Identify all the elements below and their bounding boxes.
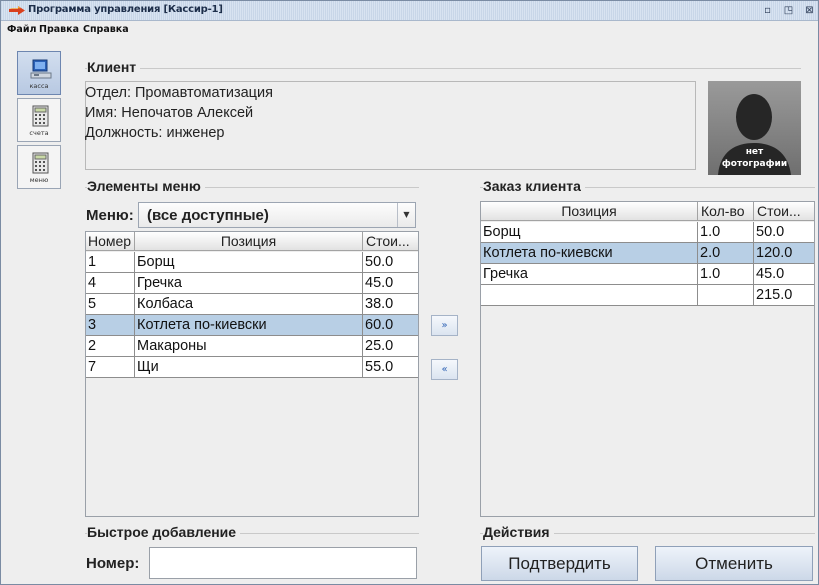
- toolbar-label-menu: меню: [29, 176, 49, 184]
- table-row[interactable]: 2 Макароны 25.0: [86, 336, 418, 357]
- toolbar-label-cash: касса: [29, 82, 49, 90]
- actions-group-title: Действия: [483, 524, 554, 540]
- client-group-title: Клиент: [87, 59, 141, 75]
- menu-items-table-header: Номер Позиция Стои...: [86, 232, 418, 251]
- toolbar-label-bills: счета: [29, 129, 49, 137]
- cell-price: 38.0: [363, 294, 418, 315]
- cell-item: Борщ: [135, 252, 363, 273]
- quick-add-number-input[interactable]: [149, 547, 417, 579]
- cell-quantity: 1.0: [698, 222, 754, 243]
- cell-quantity: 2.0: [698, 243, 754, 264]
- menu-file[interactable]: Файл: [7, 24, 36, 35]
- cell-price: 25.0: [363, 336, 418, 357]
- cell-price: 50.0: [754, 222, 814, 243]
- cell-price: 45.0: [754, 264, 814, 285]
- menu-filter-value: (все доступные): [147, 207, 269, 224]
- cell-item: [481, 285, 698, 306]
- client-position: Должность: инженер: [85, 125, 225, 141]
- double-arrow-right-icon: »: [441, 320, 448, 331]
- cell-number: 4: [86, 273, 135, 294]
- computer-icon: [30, 59, 52, 79]
- cell-item: Гречка: [135, 273, 363, 294]
- menu-items-table: Номер Позиция Стои... 1 Борщ 50.0 4 Гречка 45…: [85, 231, 419, 517]
- order-group-title: Заказ клиента: [483, 178, 585, 194]
- column-header-quantity[interactable]: Кол-во: [698, 202, 754, 221]
- cell-item: Колбаса: [135, 294, 363, 315]
- cell-price: 120.0: [754, 243, 814, 264]
- menu-filter-label: Меню:: [86, 207, 134, 224]
- cell-price: 50.0: [363, 252, 418, 273]
- cell-item: Котлета по-киевски: [481, 243, 698, 264]
- add-to-order-button[interactable]: »: [431, 315, 458, 336]
- toolbar-button-menu[interactable]: меню: [17, 145, 61, 189]
- window-title: Программа управления [Кассир-1]: [28, 4, 223, 15]
- order-table: Позиция Кол-во Стои... Борщ 1.0 50.0 Котлет…: [480, 201, 815, 517]
- remove-from-order-button[interactable]: «: [431, 359, 458, 380]
- cell-item: Щи: [135, 357, 363, 378]
- client-department: Отдел: Промавтоматизация: [85, 85, 273, 101]
- restore-icon[interactable]: ▫: [761, 4, 774, 17]
- title-bar[interactable]: Программа управления [Кассир-1] ▫ ◳ ⊠: [1, 1, 818, 21]
- column-header-item[interactable]: Позиция: [481, 202, 698, 221]
- table-row[interactable]: 3 Котлета по-киевски 60.0: [86, 315, 418, 336]
- column-header-number[interactable]: Номер: [86, 232, 135, 251]
- cancel-button[interactable]: Отменить: [655, 546, 813, 581]
- cell-item: Гречка: [481, 264, 698, 285]
- app-window: Программа управления [Кассир-1] ▫ ◳ ⊠ Фа…: [0, 0, 819, 585]
- cell-number: 1: [86, 252, 135, 273]
- column-header-price[interactable]: Стои...: [754, 202, 814, 221]
- cell-number: 2: [86, 336, 135, 357]
- cell-price: 45.0: [363, 273, 418, 294]
- table-row[interactable]: Гречка 1.0 45.0: [481, 264, 814, 285]
- table-row[interactable]: 215.0: [481, 285, 814, 306]
- table-row[interactable]: 4 Гречка 45.0: [86, 273, 418, 294]
- calculator-icon: [32, 152, 49, 174]
- menu-filter-dropdown[interactable]: (все доступные) ▼: [138, 202, 416, 228]
- quick-add-group-title: Быстрое добавление: [87, 524, 241, 540]
- cell-item: Борщ: [481, 222, 698, 243]
- cell-number: 7: [86, 357, 135, 378]
- cell-number: 5: [86, 294, 135, 315]
- maximize-icon[interactable]: ◳: [782, 4, 795, 17]
- menu-items-group-title: Элементы меню: [87, 178, 205, 194]
- column-header-item[interactable]: Позиция: [135, 232, 363, 251]
- table-row[interactable]: 5 Колбаса 38.0: [86, 294, 418, 315]
- close-icon[interactable]: ⊠: [803, 4, 816, 17]
- cell-price: 55.0: [363, 357, 418, 378]
- client-photo-placeholder: нет фотографии: [708, 81, 801, 175]
- order-table-header: Позиция Кол-во Стои...: [481, 202, 814, 221]
- photo-text-no: нет: [745, 147, 764, 157]
- cell-item: Котлета по-киевски: [135, 315, 363, 336]
- cell-price: 60.0: [363, 315, 418, 336]
- cell-number: 3: [86, 315, 135, 336]
- toolbar-button-cash[interactable]: касса: [17, 51, 61, 95]
- table-row[interactable]: Котлета по-киевски 2.0 120.0: [481, 243, 814, 264]
- cell-quantity: [698, 285, 754, 306]
- client-name: Имя: Непочатов Алексей: [85, 105, 254, 121]
- menu-help[interactable]: Справка: [83, 24, 129, 35]
- menu-edit[interactable]: Правка: [39, 24, 79, 35]
- chevron-down-icon[interactable]: ▼: [397, 203, 415, 227]
- photo-text-photo: фотографии: [721, 159, 788, 169]
- quick-add-number-label: Номер:: [86, 555, 140, 572]
- double-arrow-left-icon: «: [441, 364, 448, 375]
- client-group-border: [85, 68, 801, 69]
- arrow-app-icon: [9, 6, 25, 15]
- confirm-button[interactable]: Подтвердить: [481, 546, 638, 581]
- calculator-icon: [32, 105, 49, 127]
- cell-quantity: 1.0: [698, 264, 754, 285]
- cell-price: 215.0: [754, 285, 814, 306]
- menu-bar: Файл Правка Справка: [1, 22, 818, 39]
- toolbar-button-bills[interactable]: счета: [17, 98, 61, 142]
- table-row[interactable]: 1 Борщ 50.0: [86, 252, 418, 273]
- cell-item: Макароны: [135, 336, 363, 357]
- column-header-price[interactable]: Стои...: [363, 232, 418, 251]
- table-row[interactable]: 7 Щи 55.0: [86, 357, 418, 378]
- table-row[interactable]: Борщ 1.0 50.0: [481, 222, 814, 243]
